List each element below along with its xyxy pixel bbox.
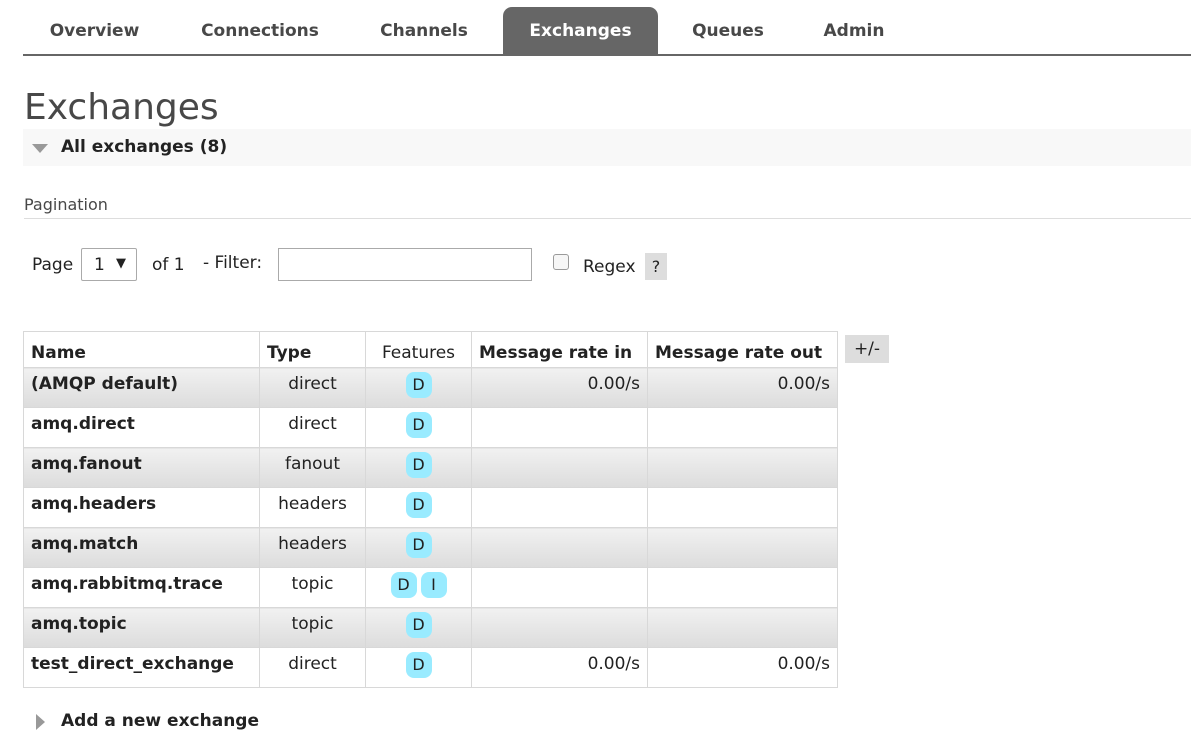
col-header-name[interactable]: Name: [23, 331, 260, 368]
exchange-type: topic: [259, 567, 366, 608]
exchange-type: direct: [259, 367, 366, 408]
regex-help-button[interactable]: ?: [645, 253, 667, 280]
durable-badge[interactable]: D: [405, 612, 432, 638]
rate-out: [647, 527, 838, 568]
durable-badge[interactable]: D: [405, 412, 432, 438]
regex-checkbox[interactable]: [553, 254, 569, 270]
tab-channels[interactable]: Channels: [356, 7, 492, 54]
rate-in: [471, 527, 648, 568]
filter-input[interactable]: [278, 248, 532, 281]
pagination-title: Pagination: [24, 195, 1191, 219]
table-row[interactable]: amq.topic topic D: [23, 607, 838, 648]
rate-out: 0.00/s: [647, 367, 838, 408]
rate-in: [471, 407, 648, 448]
rate-in: [471, 447, 648, 488]
rate-out: 0.00/s: [647, 647, 838, 688]
regex-label: Regex: [583, 257, 636, 277]
col-header-rate-in[interactable]: Message rate in: [471, 331, 648, 368]
col-header-rate-out[interactable]: Message rate out: [647, 331, 838, 368]
triangle-down-icon: [32, 144, 48, 153]
rate-out: [647, 487, 838, 528]
rate-out: [647, 567, 838, 608]
rate-in: 0.00/s: [471, 367, 648, 408]
table-row[interactable]: test_direct_exchange direct D 0.00/s 0.0…: [23, 647, 838, 688]
durable-badge[interactable]: D: [405, 532, 432, 558]
exchange-features: D: [365, 607, 472, 648]
exchange-type: headers: [259, 487, 366, 528]
all-exchanges-label: All exchanges (8): [61, 137, 228, 157]
exchange-name-link[interactable]: amq.direct: [23, 407, 260, 448]
durable-badge[interactable]: D: [405, 372, 432, 398]
table-row[interactable]: amq.headers headers D: [23, 487, 838, 528]
page-label: Page: [32, 255, 74, 275]
dropdown-arrow-icon: ▼: [116, 256, 126, 271]
triangle-right-icon: [36, 714, 45, 730]
main-nav: Overview Connections Channels Exchanges …: [23, 0, 1191, 56]
durable-badge[interactable]: D: [405, 452, 432, 478]
col-header-features: Features: [365, 331, 472, 368]
exchange-name-link[interactable]: amq.fanout: [23, 447, 260, 488]
exchange-name-link[interactable]: amq.rabbitmq.trace: [23, 567, 260, 608]
tab-connections[interactable]: Connections: [178, 7, 342, 54]
exchange-type: fanout: [259, 447, 366, 488]
table-row[interactable]: amq.rabbitmq.trace topic DI: [23, 567, 838, 608]
add-exchange-toggle[interactable]: Add a new exchange: [23, 706, 723, 736]
table-row[interactable]: amq.direct direct D: [23, 407, 838, 448]
tab-admin[interactable]: Admin: [799, 7, 909, 54]
exchange-type: direct: [259, 407, 366, 448]
filter-label: - Filter:: [203, 253, 263, 273]
rate-out: [647, 607, 838, 648]
exchange-name-link[interactable]: amq.match: [23, 527, 260, 568]
column-toggle-button[interactable]: +/-: [845, 335, 889, 363]
internal-badge[interactable]: I: [420, 572, 447, 598]
exchange-features: DI: [365, 567, 472, 608]
tab-overview[interactable]: Overview: [23, 7, 166, 54]
exchange-type: headers: [259, 527, 366, 568]
page-of-label: of 1: [152, 255, 185, 275]
table-row[interactable]: amq.match headers D: [23, 527, 838, 568]
durable-badge[interactable]: D: [390, 572, 417, 598]
exchange-name-link[interactable]: (AMQP default): [23, 367, 260, 408]
exchanges-table: Name Type Features Message rate in Messa…: [23, 331, 838, 688]
exchange-type: topic: [259, 607, 366, 648]
table-row[interactable]: amq.fanout fanout D: [23, 447, 838, 488]
exchange-name-link[interactable]: test_direct_exchange: [23, 647, 260, 688]
tab-exchanges[interactable]: Exchanges: [503, 7, 658, 54]
page-select[interactable]: 1 ▼: [81, 248, 137, 281]
rate-in: [471, 487, 648, 528]
table-row[interactable]: (AMQP default) direct D 0.00/s 0.00/s: [23, 367, 838, 408]
durable-badge[interactable]: D: [405, 492, 432, 518]
rate-out: [647, 447, 838, 488]
rate-in: [471, 607, 648, 648]
table-header-row: Name Type Features Message rate in Messa…: [23, 331, 838, 368]
exchange-type: direct: [259, 647, 366, 688]
rate-out: [647, 407, 838, 448]
page-title: Exchanges: [24, 87, 219, 128]
exchange-features: D: [365, 647, 472, 688]
rate-in: 0.00/s: [471, 647, 648, 688]
add-exchange-label: Add a new exchange: [61, 711, 260, 731]
exchange-features: D: [365, 487, 472, 528]
page-select-value: 1: [94, 255, 105, 275]
col-header-type[interactable]: Type: [259, 331, 366, 368]
all-exchanges-toggle[interactable]: All exchanges (8): [23, 129, 1191, 166]
exchange-features: D: [365, 447, 472, 488]
tab-queues[interactable]: Queues: [668, 7, 788, 54]
durable-badge[interactable]: D: [405, 652, 432, 678]
exchange-features: D: [365, 367, 472, 408]
exchange-name-link[interactable]: amq.topic: [23, 607, 260, 648]
exchange-features: D: [365, 527, 472, 568]
exchange-features: D: [365, 407, 472, 448]
rate-in: [471, 567, 648, 608]
exchange-name-link[interactable]: amq.headers: [23, 487, 260, 528]
